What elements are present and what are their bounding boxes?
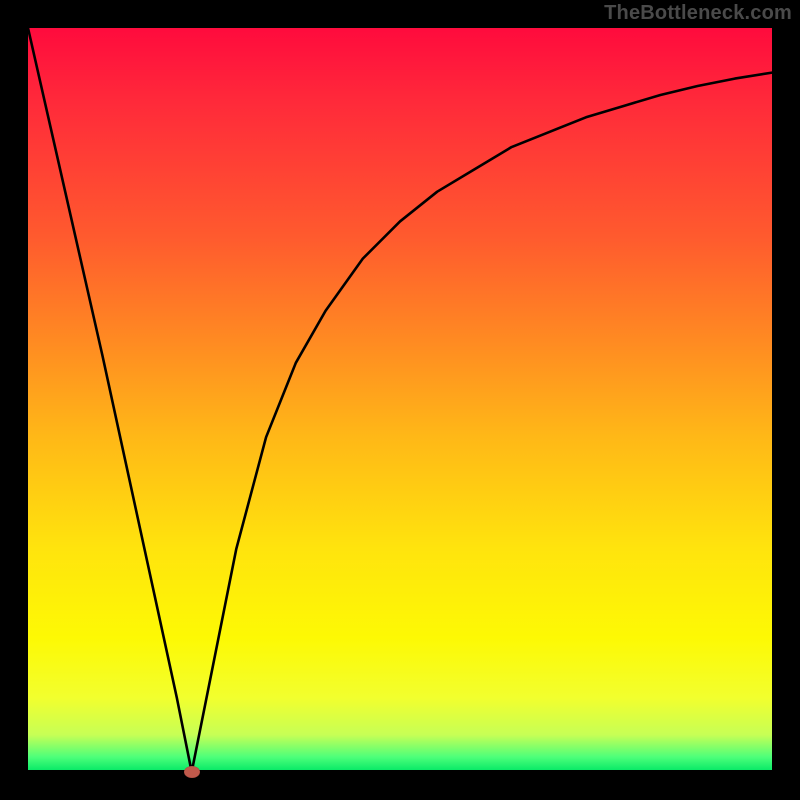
optimal-point-marker: [184, 766, 200, 778]
plot-area: [28, 28, 772, 772]
chart-frame: TheBottleneck.com: [0, 0, 800, 800]
curve-svg: [28, 28, 772, 772]
bottleneck-curve-path: [28, 28, 772, 772]
watermark-text: TheBottleneck.com: [604, 2, 792, 25]
